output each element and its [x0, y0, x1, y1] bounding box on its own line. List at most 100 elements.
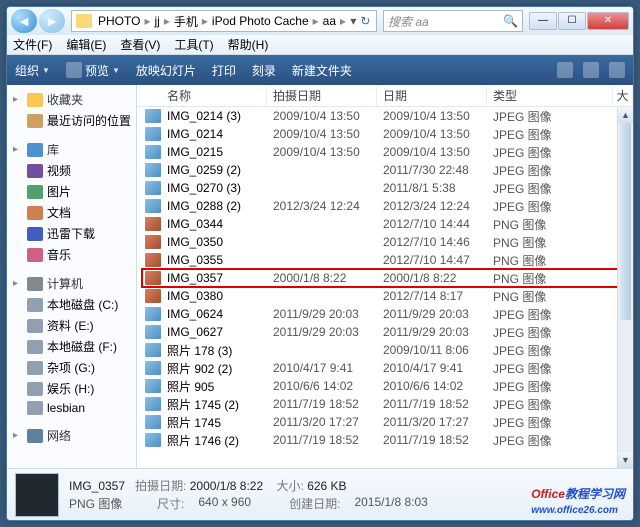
scroll-thumb[interactable]	[620, 123, 631, 320]
video-icon	[27, 164, 43, 178]
file-icon	[145, 145, 161, 159]
sidebar-computer[interactable]: ▸计算机	[9, 273, 134, 294]
sidebar-lesbian[interactable]: lesbian	[9, 399, 134, 417]
file-row[interactable]: IMG_0214 (3)2009/10/4 13:502009/10/4 13:…	[137, 107, 617, 125]
sidebar-drive-h[interactable]: 娱乐 (H:)	[9, 378, 134, 399]
search-placeholder: 搜索 aa	[388, 13, 429, 30]
burn-button[interactable]: 刻录	[252, 62, 276, 79]
file-name: IMG_0214	[167, 127, 273, 141]
view-icon[interactable]	[557, 62, 573, 78]
col-shot-date[interactable]: 拍摄日期	[267, 85, 377, 106]
vertical-scrollbar[interactable]: ▲ ▼	[617, 107, 633, 468]
status-filename: IMG_0357 拍摄日期: 2000/1/8 8:22 大小: 626 KB	[69, 477, 428, 494]
sidebar-drive-e[interactable]: 资料 (E:)	[9, 315, 134, 336]
sidebar-music[interactable]: 音乐	[9, 244, 134, 265]
menu-tools[interactable]: 工具(T)	[174, 36, 213, 53]
menu-edit[interactable]: 编辑(E)	[66, 36, 106, 53]
menu-help[interactable]: 帮助(H)	[228, 36, 269, 53]
file-row[interactable]: 照片 17452011/3/20 17:272011/3/20 17:27JPE…	[137, 413, 617, 431]
newfolder-button[interactable]: 新建文件夹	[292, 62, 352, 79]
organize-button[interactable]: 组织▼	[15, 62, 50, 79]
maximize-button[interactable]: ☐	[558, 12, 586, 30]
menu-view[interactable]: 查看(V)	[120, 36, 160, 53]
sidebar-video[interactable]: 视频	[9, 160, 134, 181]
sidebar-documents[interactable]: 文档	[9, 202, 134, 223]
col-name[interactable]: 名称	[137, 85, 267, 106]
file-type: JPEG 图像	[493, 432, 617, 449]
breadcrumb-item[interactable]: 手机	[172, 13, 200, 30]
slideshow-button[interactable]: 放映幻灯片	[136, 62, 196, 79]
breadcrumb-item[interactable]: PHOTO	[96, 14, 142, 28]
scroll-down-button[interactable]: ▼	[618, 452, 633, 468]
file-row[interactable]: IMG_03802012/7/14 8:17PNG 图像	[137, 287, 617, 305]
search-input[interactable]: 搜索 aa 🔍	[383, 10, 523, 32]
sidebar-pictures[interactable]: 图片	[9, 181, 134, 202]
sidebar-drive-g[interactable]: 杂项 (G:)	[9, 357, 134, 378]
address-dropdown[interactable]: ▾	[348, 14, 359, 28]
forward-button[interactable]: ►	[39, 9, 65, 33]
music-icon	[27, 248, 43, 262]
chevron-right-icon: ▸	[142, 14, 152, 28]
sidebar-favorites[interactable]: ▸收藏夹	[9, 89, 134, 110]
help-icon[interactable]	[609, 62, 625, 78]
file-type: JPEG 图像	[493, 162, 617, 179]
file-icon	[145, 361, 161, 375]
menu-file[interactable]: 文件(F)	[13, 36, 52, 53]
minimize-button[interactable]: —	[529, 12, 557, 30]
file-icon	[145, 415, 161, 429]
sidebar-drive-c[interactable]: 本地磁盘 (C:)	[9, 294, 134, 315]
refresh-button[interactable]: ↻	[359, 14, 372, 28]
col-size[interactable]: 大	[613, 85, 633, 106]
toolbar: 组织▼ 预览▼ 放映幻灯片 打印 刻录 新建文件夹	[7, 55, 633, 85]
sidebar-recent[interactable]: 最近访问的位置	[9, 110, 134, 131]
breadcrumb[interactable]: PHOTO▸jj▸手机▸iPod Photo Cache▸aa▸	[96, 13, 348, 30]
col-type[interactable]: 类型	[487, 85, 613, 106]
chevron-right-icon: ▸	[200, 14, 210, 28]
file-row[interactable]: 照片 178 (3)2009/10/11 8:06JPEG 图像	[137, 341, 617, 359]
file-row[interactable]: IMG_02142009/10/4 13:502009/10/4 13:50JP…	[137, 125, 617, 143]
file-row[interactable]: IMG_0288 (2)2012/3/24 12:242012/3/24 12:…	[137, 197, 617, 215]
file-row[interactable]: IMG_03442012/7/10 14:44PNG 图像	[137, 215, 617, 233]
file-row[interactable]: 照片 902 (2)2010/4/17 9:412010/4/17 9:41JP…	[137, 359, 617, 377]
sidebar-library[interactable]: ▸库	[9, 139, 134, 160]
file-name: 照片 178 (3)	[167, 342, 273, 359]
file-icon	[145, 163, 161, 177]
file-row[interactable]: IMG_02152009/10/4 13:502009/10/4 13:50JP…	[137, 143, 617, 161]
file-list[interactable]: IMG_0214 (3)2009/10/4 13:502009/10/4 13:…	[137, 107, 617, 468]
file-shot-date: 2011/9/29 20:03	[273, 307, 383, 321]
file-date: 2010/4/17 9:41	[383, 361, 493, 375]
folder-icon	[76, 14, 92, 28]
breadcrumb-item[interactable]: aa	[321, 14, 338, 28]
sidebar-thunder[interactable]: 迅雷下载	[9, 223, 134, 244]
file-row[interactable]: 照片 1746 (2)2011/7/19 18:522011/7/19 18:5…	[137, 431, 617, 449]
file-date: 2012/7/10 14:46	[383, 235, 493, 249]
scroll-up-button[interactable]: ▲	[618, 107, 633, 123]
file-row[interactable]: IMG_0259 (2)2011/7/30 22:48JPEG 图像	[137, 161, 617, 179]
back-button[interactable]: ◄	[11, 9, 37, 33]
file-row[interactable]: IMG_03552012/7/10 14:47PNG 图像	[137, 251, 617, 269]
address-bar[interactable]: PHOTO▸jj▸手机▸iPod Photo Cache▸aa▸ ▾ ↻	[71, 10, 377, 32]
breadcrumb-item[interactable]: jj	[152, 14, 161, 28]
preview-button[interactable]: 预览▼	[66, 62, 120, 79]
file-icon	[145, 181, 161, 195]
file-date: 2012/7/14 8:17	[383, 289, 493, 303]
file-row[interactable]: 照片 9052010/6/6 14:022010/6/6 14:02JPEG 图…	[137, 377, 617, 395]
file-row[interactable]: IMG_06272011/9/29 20:032011/9/29 20:03JP…	[137, 323, 617, 341]
sidebar-drive-f[interactable]: 本地磁盘 (F:)	[9, 336, 134, 357]
file-date: 2012/3/24 12:24	[383, 199, 493, 213]
preview-pane-icon[interactable]	[583, 62, 599, 78]
print-button[interactable]: 打印	[212, 62, 236, 79]
file-icon	[145, 235, 161, 249]
file-row[interactable]: 照片 1745 (2)2011/7/19 18:522011/7/19 18:5…	[137, 395, 617, 413]
file-row[interactable]: IMG_06242011/9/29 20:032011/9/29 20:03JP…	[137, 305, 617, 323]
file-name: IMG_0214 (3)	[167, 109, 273, 123]
breadcrumb-item[interactable]: iPod Photo Cache	[210, 14, 311, 28]
sidebar-network[interactable]: ▸网络	[9, 425, 134, 446]
file-row[interactable]: IMG_03572000/1/8 8:222000/1/8 8:22PNG 图像	[137, 269, 617, 287]
close-button[interactable]: ✕	[587, 12, 629, 30]
file-row[interactable]: IMG_0270 (3)2011/8/1 5:38JPEG 图像	[137, 179, 617, 197]
col-date[interactable]: 日期	[377, 85, 487, 106]
file-row[interactable]: IMG_03502012/7/10 14:46PNG 图像	[137, 233, 617, 251]
status-type: PNG 图像	[69, 495, 122, 512]
search-icon: 🔍	[503, 14, 518, 28]
